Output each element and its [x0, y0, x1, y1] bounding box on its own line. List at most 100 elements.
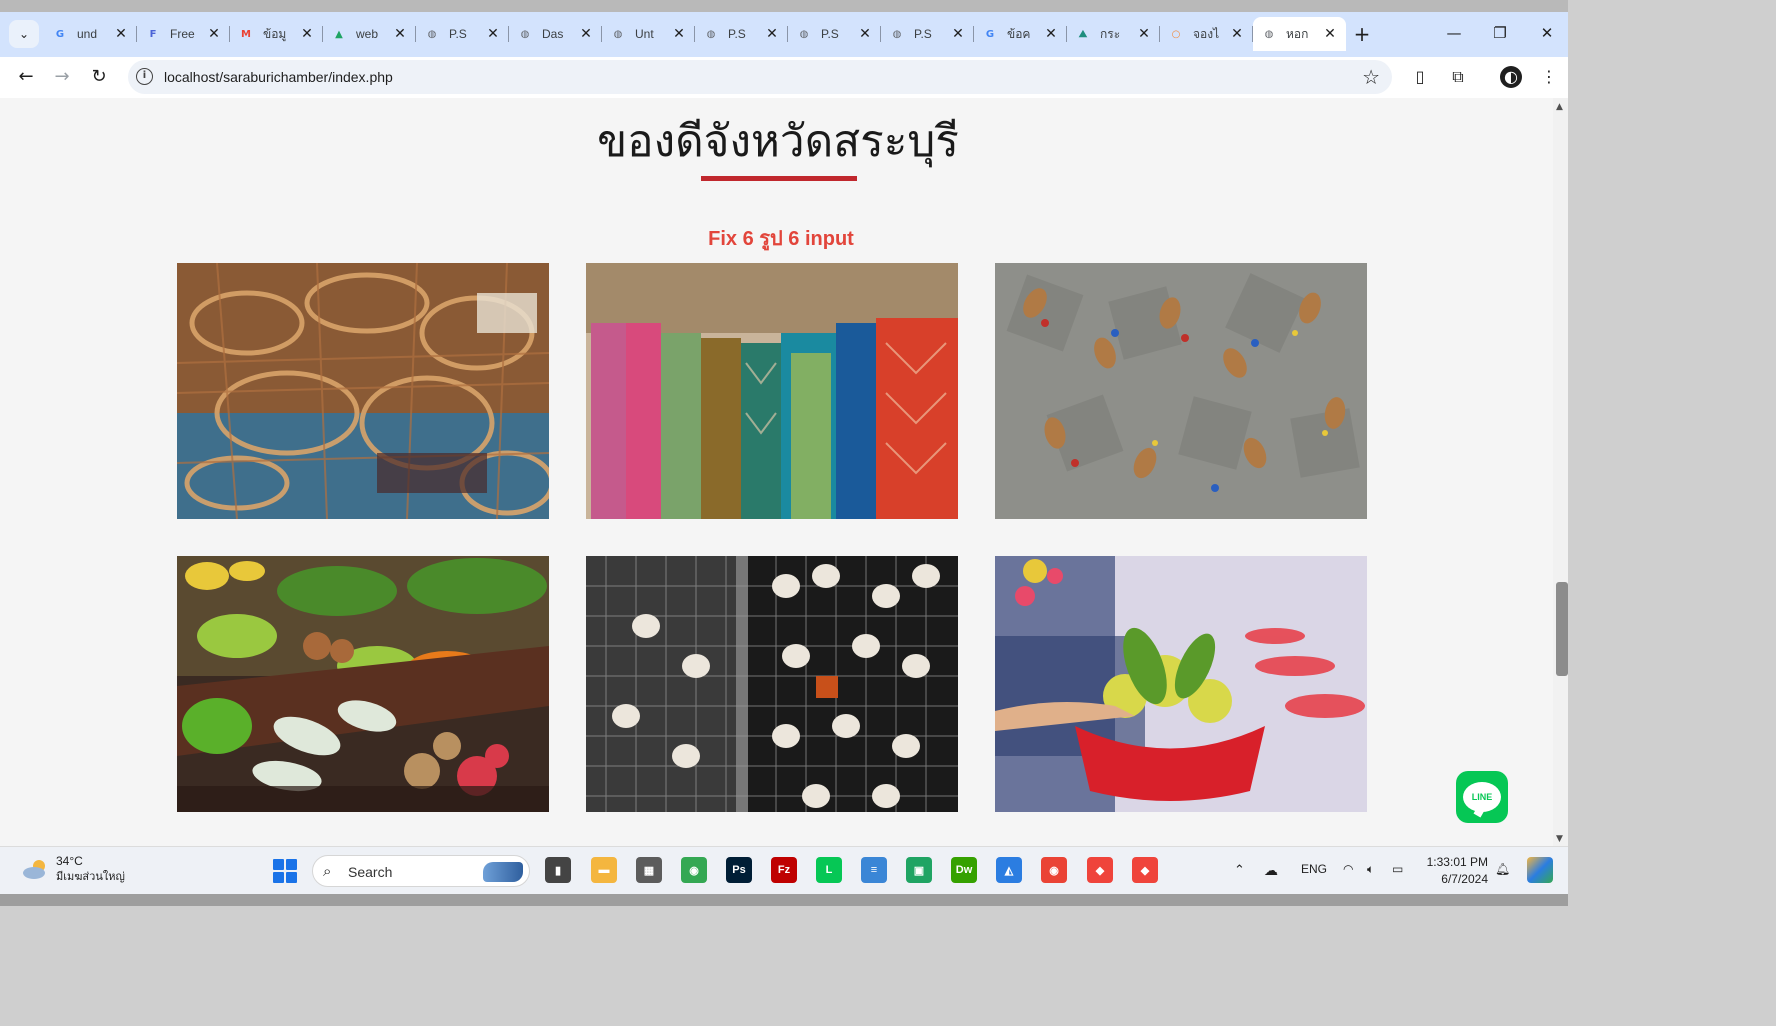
reading-list-icon[interactable]: ▯	[1409, 66, 1431, 88]
restore-icon[interactable]: ❐	[1490, 24, 1510, 42]
browser-tab[interactable]: Gund ✕	[44, 17, 137, 51]
globe-icon: ◍	[706, 28, 716, 40]
tab-title: Free	[170, 27, 195, 41]
section-subtitle: Fix 6 รูป 6 input	[708, 228, 854, 250]
tab-title: Das	[542, 27, 564, 41]
line-chat-button[interactable]: LINE	[1456, 771, 1508, 823]
photo-wooden-spoons[interactable]	[995, 263, 1367, 519]
browser-window: ⌄ Gund ✕ F Free ✕ M ข้อมู ✕ ▲ web ✕ ◍ P.S ✕ ◍ Das ✕ ◍ Unt ✕…	[0, 0, 1568, 906]
tab-close-icon[interactable]: ✕	[393, 26, 407, 42]
menu-kebab-icon[interactable]: ⋮	[1538, 66, 1560, 88]
browser-tab[interactable]: ◍ Unt ✕	[602, 17, 695, 51]
tab-close-icon[interactable]: ✕	[486, 26, 500, 42]
ring-icon: ○	[1171, 28, 1181, 40]
globe-icon: ◍	[799, 28, 809, 40]
browser-tab[interactable]: ◍ หอก ✕	[1253, 17, 1346, 51]
notepad-app[interactable]: ≡	[861, 857, 887, 883]
close-window-icon[interactable]: ✕	[1537, 24, 1557, 42]
calculator-app[interactable]: ▦	[636, 857, 662, 883]
photoshop-app[interactable]: Ps	[726, 857, 752, 883]
browser-tab[interactable]: ◍ Das ✕	[509, 17, 602, 51]
show-hidden-icons-chevron-icon[interactable]: ⌃	[1234, 862, 1245, 878]
chrome-app[interactable]: ◉	[681, 857, 707, 883]
tab-close-icon[interactable]: ✕	[300, 26, 314, 42]
tab-close-icon[interactable]: ✕	[1137, 26, 1151, 42]
windows-start-icon[interactable]	[273, 859, 297, 883]
photo-flower-offerings[interactable]	[995, 556, 1367, 812]
tab-close-icon[interactable]: ✕	[1044, 26, 1058, 42]
browser-tab[interactable]: ○ จองไ ✕	[1160, 17, 1253, 51]
clock-time: 1:33:01 PM	[1426, 855, 1488, 869]
language-indicator[interactable]: ENG	[1301, 862, 1327, 876]
notification-bell-icon[interactable]: 🔔︎	[1495, 862, 1510, 876]
onedrive-cloud-icon[interactable]: ☁	[1264, 862, 1278, 879]
browser-tab[interactable]: ◍ P.S ✕	[788, 17, 881, 51]
file-explorer-app[interactable]: ▬	[591, 857, 617, 883]
heading-underline	[701, 176, 857, 181]
globe-icon: ◍	[892, 28, 902, 40]
tab-close-icon[interactable]: ✕	[579, 26, 593, 42]
copilot-icon[interactable]	[1527, 857, 1553, 883]
section-heading: ของดีจังหวัดสระบุรี	[597, 116, 959, 167]
scroll-down-arrow-icon[interactable]: ▼	[1556, 834, 1563, 844]
browser-tab[interactable]: F Free ✕	[137, 17, 230, 51]
browser-tab[interactable]: ◍ P.S ✕	[416, 17, 509, 51]
globe-icon: ◍	[520, 28, 530, 40]
windows-taskbar: 34°C มีเมฆส่วนใหญ่ ⌕ Search ▮ ▬ ▦ ◉ Ps Fz L ≡ ▣ D…	[0, 846, 1568, 894]
weather-condition: มีเมฆส่วนใหญ่	[56, 870, 125, 883]
tab-title: P.S	[728, 27, 746, 41]
new-tab-button[interactable]: +	[1352, 22, 1372, 46]
back-arrow-icon[interactable]: ←	[14, 65, 38, 89]
tab-close-icon[interactable]: ✕	[951, 26, 965, 42]
wifi-icon[interactable]: ◠	[1343, 862, 1353, 876]
scroll-up-arrow-icon[interactable]: ▲	[1556, 102, 1563, 112]
url-text[interactable]: localhost/saraburichamber/index.php	[164, 69, 393, 85]
extensions-icon[interactable]: ⧉	[1447, 66, 1469, 88]
browser-tab[interactable]: G ข้อค ✕	[974, 17, 1067, 51]
taskview-app[interactable]: ▮	[545, 857, 571, 883]
photo-woven-bags[interactable]	[586, 263, 958, 519]
photo-hanging-cups[interactable]	[586, 556, 958, 812]
tab-close-icon[interactable]: ✕	[1230, 26, 1244, 42]
photo-market-boat-produce[interactable]	[177, 556, 549, 812]
profile-avatar-icon[interactable]: ◐	[1500, 66, 1522, 88]
bookmark-star-icon[interactable]: ☆	[1362, 65, 1380, 89]
anydesk-app[interactable]: ◆	[1087, 857, 1113, 883]
browser-tab[interactable]: ◍ P.S ✕	[881, 17, 974, 51]
tab-close-icon[interactable]: ✕	[1323, 26, 1337, 42]
tab-title: ข้อมู	[263, 26, 287, 41]
tab-close-icon[interactable]: ✕	[114, 26, 128, 42]
tab-close-icon[interactable]: ✕	[672, 26, 686, 42]
photos-app[interactable]: ◭	[996, 857, 1022, 883]
tab-search-button[interactable]: ⌄	[9, 20, 39, 48]
forward-arrow-icon[interactable]: →	[50, 65, 74, 89]
line-app[interactable]: L	[816, 857, 842, 883]
filezilla-app[interactable]: Fz	[771, 857, 797, 883]
page-scrollbar[interactable]: ▲ ▼	[1553, 98, 1568, 846]
reload-icon[interactable]: ↻	[87, 65, 111, 89]
anydesk-app-2[interactable]: ◆	[1132, 857, 1158, 883]
green-app[interactable]: ▣	[906, 857, 932, 883]
browser-tab[interactable]: ⛰ กระ ✕	[1067, 17, 1160, 51]
browser-tab[interactable]: M ข้อมู ✕	[230, 17, 323, 51]
browser-tab[interactable]: ◍ P.S ✕	[695, 17, 788, 51]
dreamweaver-app[interactable]: Dw	[951, 857, 977, 883]
tab-title: P.S	[914, 27, 932, 41]
photo-wicker-baskets[interactable]	[177, 263, 549, 519]
tab-title: กระ	[1100, 26, 1121, 41]
chrome-profile-app[interactable]: ◉	[1041, 857, 1067, 883]
scrollbar-thumb[interactable]	[1556, 582, 1568, 676]
site-info-icon[interactable]: i	[136, 68, 153, 85]
weather-widget[interactable]: 34°C มีเมฆส่วนใหญ่	[22, 853, 125, 885]
globe-icon: ◍	[613, 28, 623, 40]
minimize-icon[interactable]: —	[1444, 24, 1464, 42]
address-bar[interactable]: i localhost/saraburichamber/index.php ☆	[128, 60, 1392, 94]
battery-icon[interactable]: ▭	[1392, 862, 1403, 876]
tab-close-icon[interactable]: ✕	[207, 26, 221, 42]
tab-close-icon[interactable]: ✕	[765, 26, 779, 42]
taskbar-search[interactable]: ⌕ Search	[312, 855, 530, 887]
volume-muted-icon[interactable]: 🔈︎	[1367, 862, 1374, 877]
system-clock[interactable]: 1:33:01 PM 6/7/2024	[1420, 854, 1488, 888]
browser-tab[interactable]: ▲ web ✕	[323, 17, 416, 51]
tab-close-icon[interactable]: ✕	[858, 26, 872, 42]
